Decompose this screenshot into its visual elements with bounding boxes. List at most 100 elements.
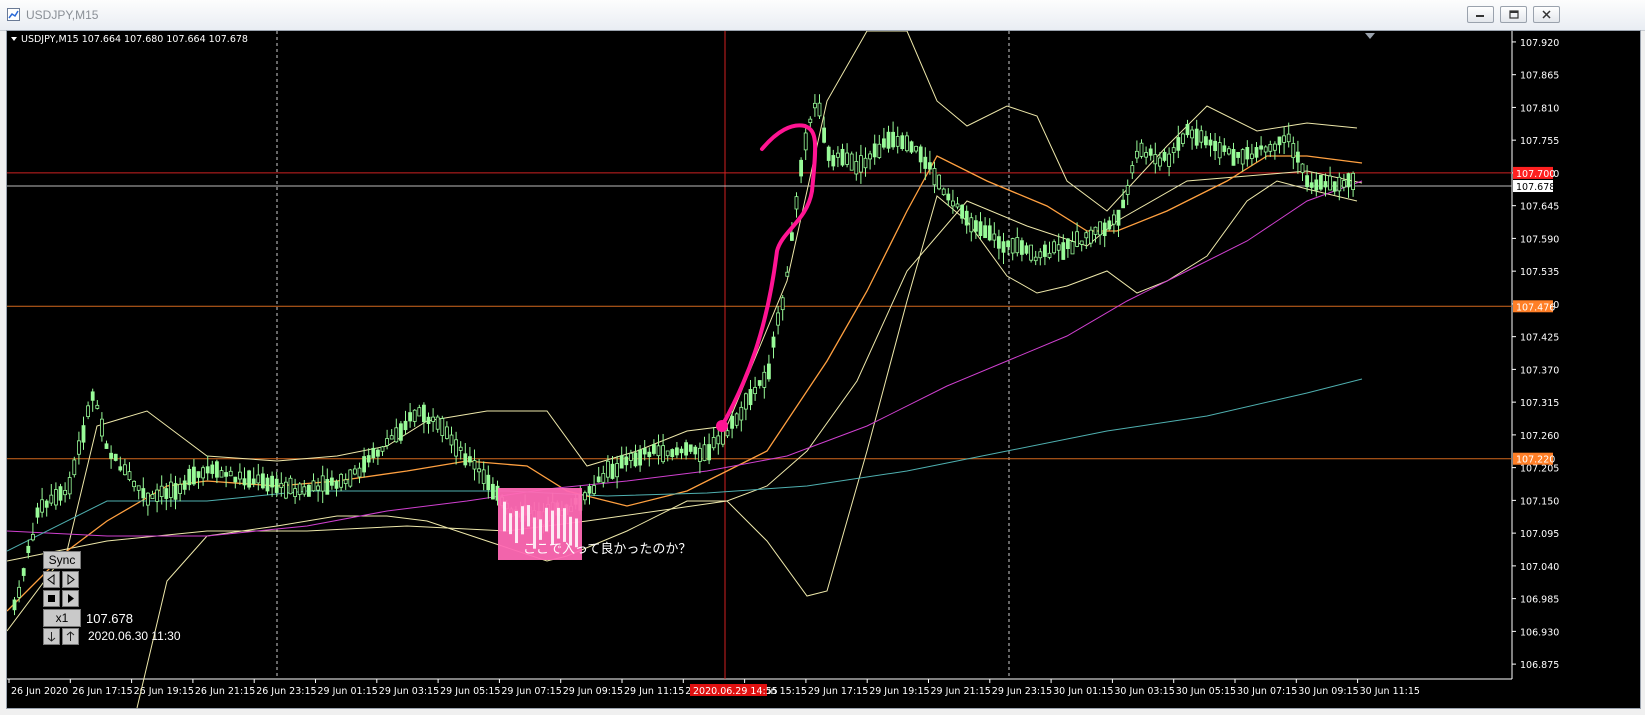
candle-body <box>490 483 495 500</box>
candle-body <box>748 389 753 406</box>
step-forward-button[interactable] <box>62 571 79 588</box>
candle-body <box>1093 226 1098 235</box>
candle-body <box>1332 181 1337 192</box>
candle-body <box>394 427 399 443</box>
candle-body <box>1319 174 1323 190</box>
arrow-down-icon <box>47 632 56 642</box>
chart-header-ohlc: USDJPY,M15 107.664 107.680 107.664 107.6… <box>21 34 248 45</box>
candle-body <box>201 467 206 479</box>
candle-body <box>1204 136 1208 146</box>
candle-body <box>49 494 54 504</box>
candle-body <box>583 492 587 501</box>
candle-body <box>799 159 803 177</box>
close-button[interactable] <box>1533 6 1560 23</box>
candle-body <box>352 468 357 475</box>
candle-body <box>1176 137 1181 151</box>
candle-body <box>1337 176 1342 192</box>
candle-body <box>283 481 288 499</box>
candle-body <box>454 439 459 457</box>
candle-body <box>771 336 776 348</box>
candle-body <box>762 371 767 388</box>
candle-body <box>233 476 238 483</box>
candle-body <box>1121 199 1125 209</box>
candle-body <box>357 467 362 478</box>
candle-body <box>81 425 86 443</box>
candle-body <box>1314 179 1319 191</box>
minimize-icon <box>1476 15 1484 17</box>
candle-body <box>109 452 113 459</box>
candle-body <box>997 236 1001 249</box>
candle-body <box>739 406 744 421</box>
candle-body <box>141 488 146 499</box>
x-tick-label: 29 Jun 21:15 <box>931 686 991 697</box>
candle-body <box>1130 165 1135 174</box>
hand-drawn-entry-dot[interactable] <box>716 420 728 432</box>
chart-area[interactable]: 107.920 107.865 107.810 107.755 107.700 107.6… <box>6 30 1641 709</box>
candle-body <box>661 445 665 463</box>
candle-body <box>293 488 298 497</box>
chart-menu-triangle-icon[interactable] <box>11 37 17 41</box>
candle-body <box>633 452 638 467</box>
candle-body <box>665 450 670 457</box>
restore-button[interactable] <box>1500 6 1527 23</box>
annotation-box-candle <box>503 501 506 532</box>
candle-body <box>923 156 928 169</box>
candle-body <box>592 485 596 494</box>
price-level-label: 107.476 <box>1516 302 1555 313</box>
candle-body <box>30 533 35 541</box>
candle-body <box>1107 220 1112 230</box>
candle-body <box>1240 149 1245 165</box>
candle-body <box>398 423 403 441</box>
candle-body <box>136 485 141 491</box>
scroll-down-button[interactable] <box>43 628 60 645</box>
candle-body <box>914 145 918 152</box>
candle-body <box>472 460 477 470</box>
candle-body <box>785 271 790 277</box>
candle-body <box>1194 128 1199 146</box>
candle-body <box>95 404 100 409</box>
candle-body <box>854 161 859 175</box>
candle-body <box>389 435 394 440</box>
candle-body <box>118 466 123 471</box>
candle-body <box>40 499 44 513</box>
speed-button[interactable]: x1 <box>43 609 81 627</box>
y-tick-label: 106.985 <box>1520 595 1559 606</box>
scroll-up-button[interactable] <box>62 628 79 645</box>
candle-body <box>187 468 192 486</box>
minimize-button[interactable] <box>1467 6 1494 23</box>
y-tick-label: 107.645 <box>1520 202 1559 213</box>
candle-body <box>366 455 371 463</box>
candle-body <box>444 426 449 439</box>
candle-body <box>58 486 63 501</box>
play-button[interactable] <box>62 590 79 607</box>
title-bar[interactable]: USDJPY,M15 <box>0 0 1645 31</box>
candle-body <box>679 448 684 454</box>
sync-button[interactable]: Sync <box>43 551 81 569</box>
candle-body <box>794 196 799 210</box>
candle-body <box>1061 242 1066 260</box>
step-back-button[interactable] <box>43 571 60 588</box>
candle-body <box>1277 136 1282 146</box>
candle-body <box>435 416 440 430</box>
candle-body <box>72 459 77 476</box>
candle-body <box>467 456 472 463</box>
candle-body <box>1020 240 1024 255</box>
candle-body <box>1263 146 1268 153</box>
candle-body <box>316 485 321 491</box>
stop-button[interactable] <box>43 590 60 607</box>
candle-body <box>1001 241 1006 253</box>
candle-body <box>1346 173 1351 188</box>
candle-body <box>247 470 252 488</box>
candle-body <box>1254 147 1259 158</box>
candle-body <box>385 438 390 446</box>
price-chart[interactable]: 107.920 107.865 107.810 107.755 107.700 107.6… <box>6 30 1640 709</box>
candle-body <box>90 391 95 401</box>
candle-body <box>306 484 311 497</box>
moving-average-long-line <box>6 378 1363 552</box>
x-tick-label: 29 Jun 19:15 <box>869 686 929 697</box>
annotation-box-candle <box>563 508 566 542</box>
candle-body <box>601 473 606 483</box>
candle-body <box>932 168 937 186</box>
chart-shift-marker-icon[interactable] <box>1365 33 1375 39</box>
candle-body <box>1047 252 1052 258</box>
